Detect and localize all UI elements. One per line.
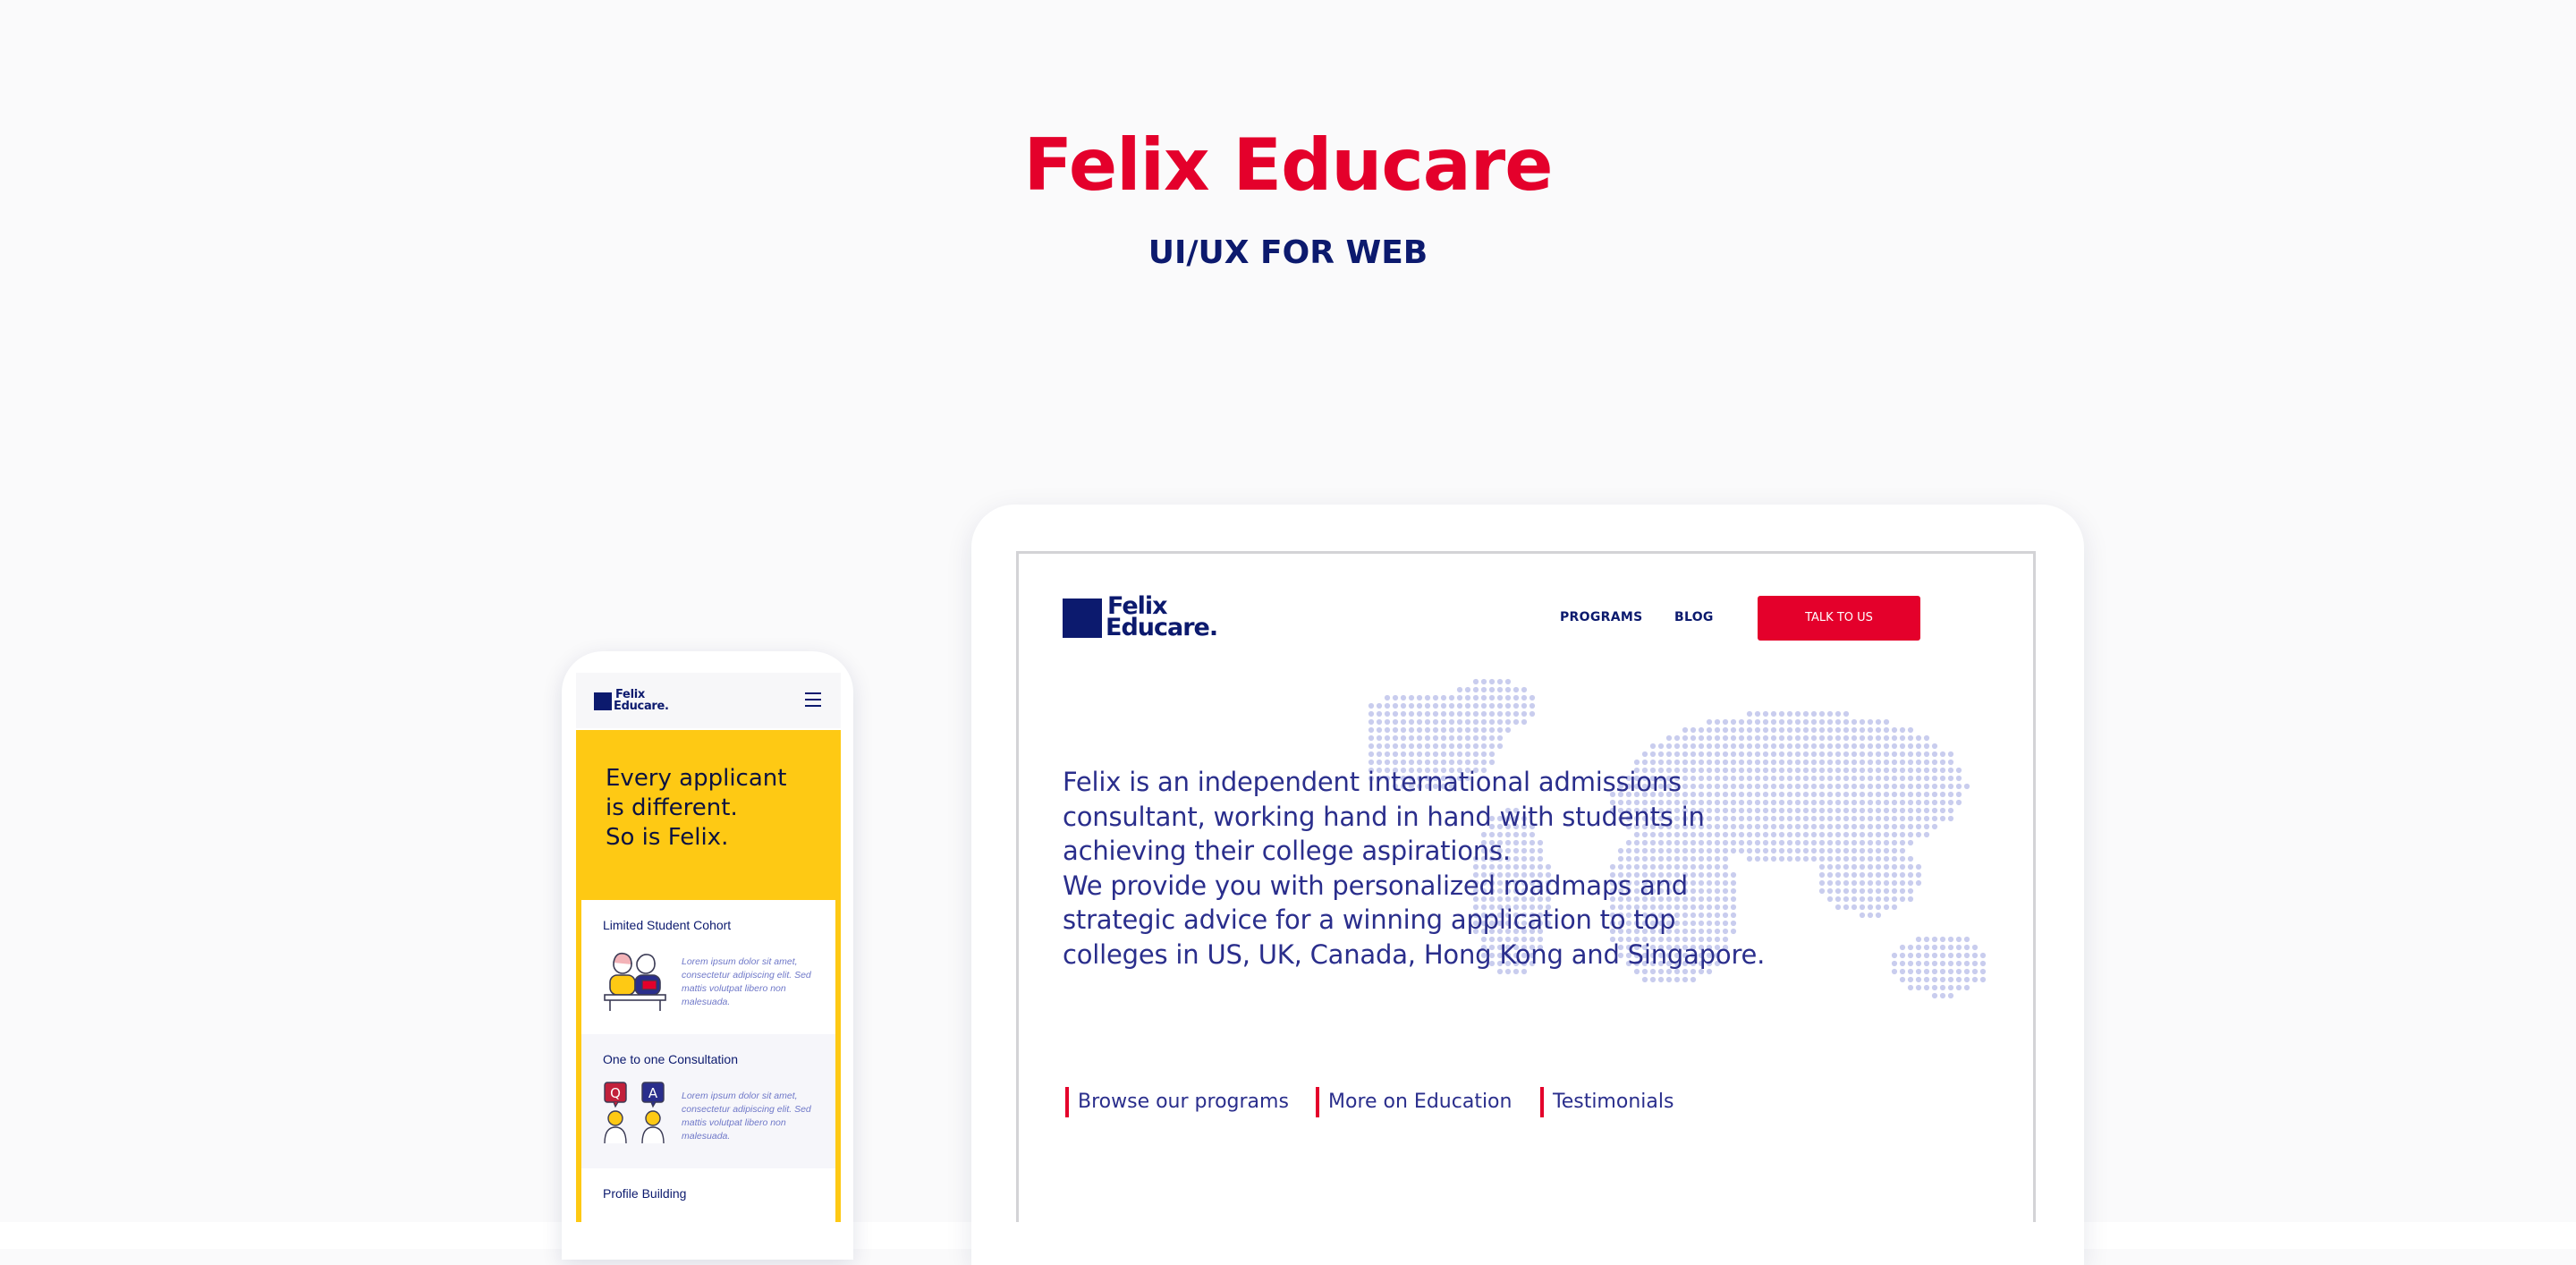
desktop-screen: Felix Educare. PROGRAMS BLOG TALK TO US … [1016, 551, 2036, 1222]
link-accent-bar [1316, 1087, 1319, 1117]
two-students-icon [604, 952, 666, 1011]
question-answer-icon: Q A [604, 1082, 665, 1144]
browse-programs-link[interactable]: Browse our programs [1065, 1087, 1289, 1117]
mobile-hero-line: So is Felix. [606, 824, 729, 851]
feature-card-title: One to one Consultation [603, 1052, 738, 1066]
svg-text:A: A [648, 1085, 658, 1101]
desktop-logo[interactable]: Felix Educare. [1063, 594, 1241, 641]
feature-card-description: Lorem ipsum dolor sit amet, consectetur … [682, 956, 811, 1007]
phone-screen: Felix Educare. Every applicant is differ… [576, 673, 841, 1222]
mobile-hero-heading: Every applicant is different. So is Feli… [606, 764, 820, 853]
mobile-hero-line: is different. [606, 794, 738, 821]
logo-square-icon [1063, 599, 1102, 638]
intro-line: strategic advice for a winning applicati… [1063, 904, 1676, 935]
mobile-hero: Every applicant is different. So is Feli… [576, 730, 841, 1222]
mobile-logo-line2: Educare. [614, 700, 669, 713]
link-label: Browse our programs [1078, 1091, 1289, 1113]
intro-line: We provide you with personalized roadmap… [1063, 870, 1688, 901]
intro-paragraph: Felix is an independent international ad… [1063, 765, 1766, 972]
page-subtitle: UI/UX FOR WEB [1148, 234, 1428, 271]
mobile-hero-line: Every applicant [606, 765, 787, 792]
feature-card-description: Lorem ipsum dolor sit amet, consectetur … [682, 1091, 811, 1142]
intro-line: consultant, working hand in hand with st… [1063, 801, 1705, 832]
link-label: More on Education [1328, 1091, 1513, 1113]
mobile-header: Felix Educare. [576, 673, 841, 728]
feature-card[interactable]: Profile Building [581, 1168, 835, 1222]
intro-line: achieving their college aspirations. [1063, 836, 1511, 866]
svg-text:Q: Q [610, 1085, 621, 1101]
nav-programs[interactable]: PROGRAMS [1560, 606, 1642, 629]
testimonials-link[interactable]: Testimonials [1540, 1087, 1674, 1117]
feature-card[interactable]: Limited Student Cohort Lorem ipsum dolor… [581, 900, 835, 1034]
link-label: Testimonials [1553, 1091, 1674, 1113]
desktop-logo-line2: Educare. [1106, 614, 1218, 641]
page-title: Felix Educare [1023, 123, 1554, 207]
hamburger-menu-icon[interactable] [805, 692, 821, 707]
logo-square-icon [594, 692, 612, 710]
intro-line: Felix is an independent international ad… [1063, 767, 1682, 797]
more-on-education-link[interactable]: More on Education [1316, 1087, 1512, 1117]
mobile-logo[interactable]: Felix Educare. [594, 687, 683, 714]
feature-card-title: Profile Building [603, 1186, 687, 1201]
link-accent-bar [1540, 1087, 1544, 1117]
talk-to-us-button[interactable]: TALK TO US [1758, 596, 1920, 641]
intro-line: colleges in US, UK, Canada, Hong Kong an… [1063, 938, 1766, 970]
mobile-feature-list: Limited Student Cohort Lorem ipsum dolor… [581, 900, 835, 1222]
nav-blog[interactable]: BLOG [1674, 606, 1714, 629]
feature-card-title: Limited Student Cohort [603, 918, 732, 932]
feature-card[interactable]: One to one Consultation Q A Lorem ipsum … [581, 1034, 835, 1168]
link-accent-bar [1065, 1087, 1069, 1117]
